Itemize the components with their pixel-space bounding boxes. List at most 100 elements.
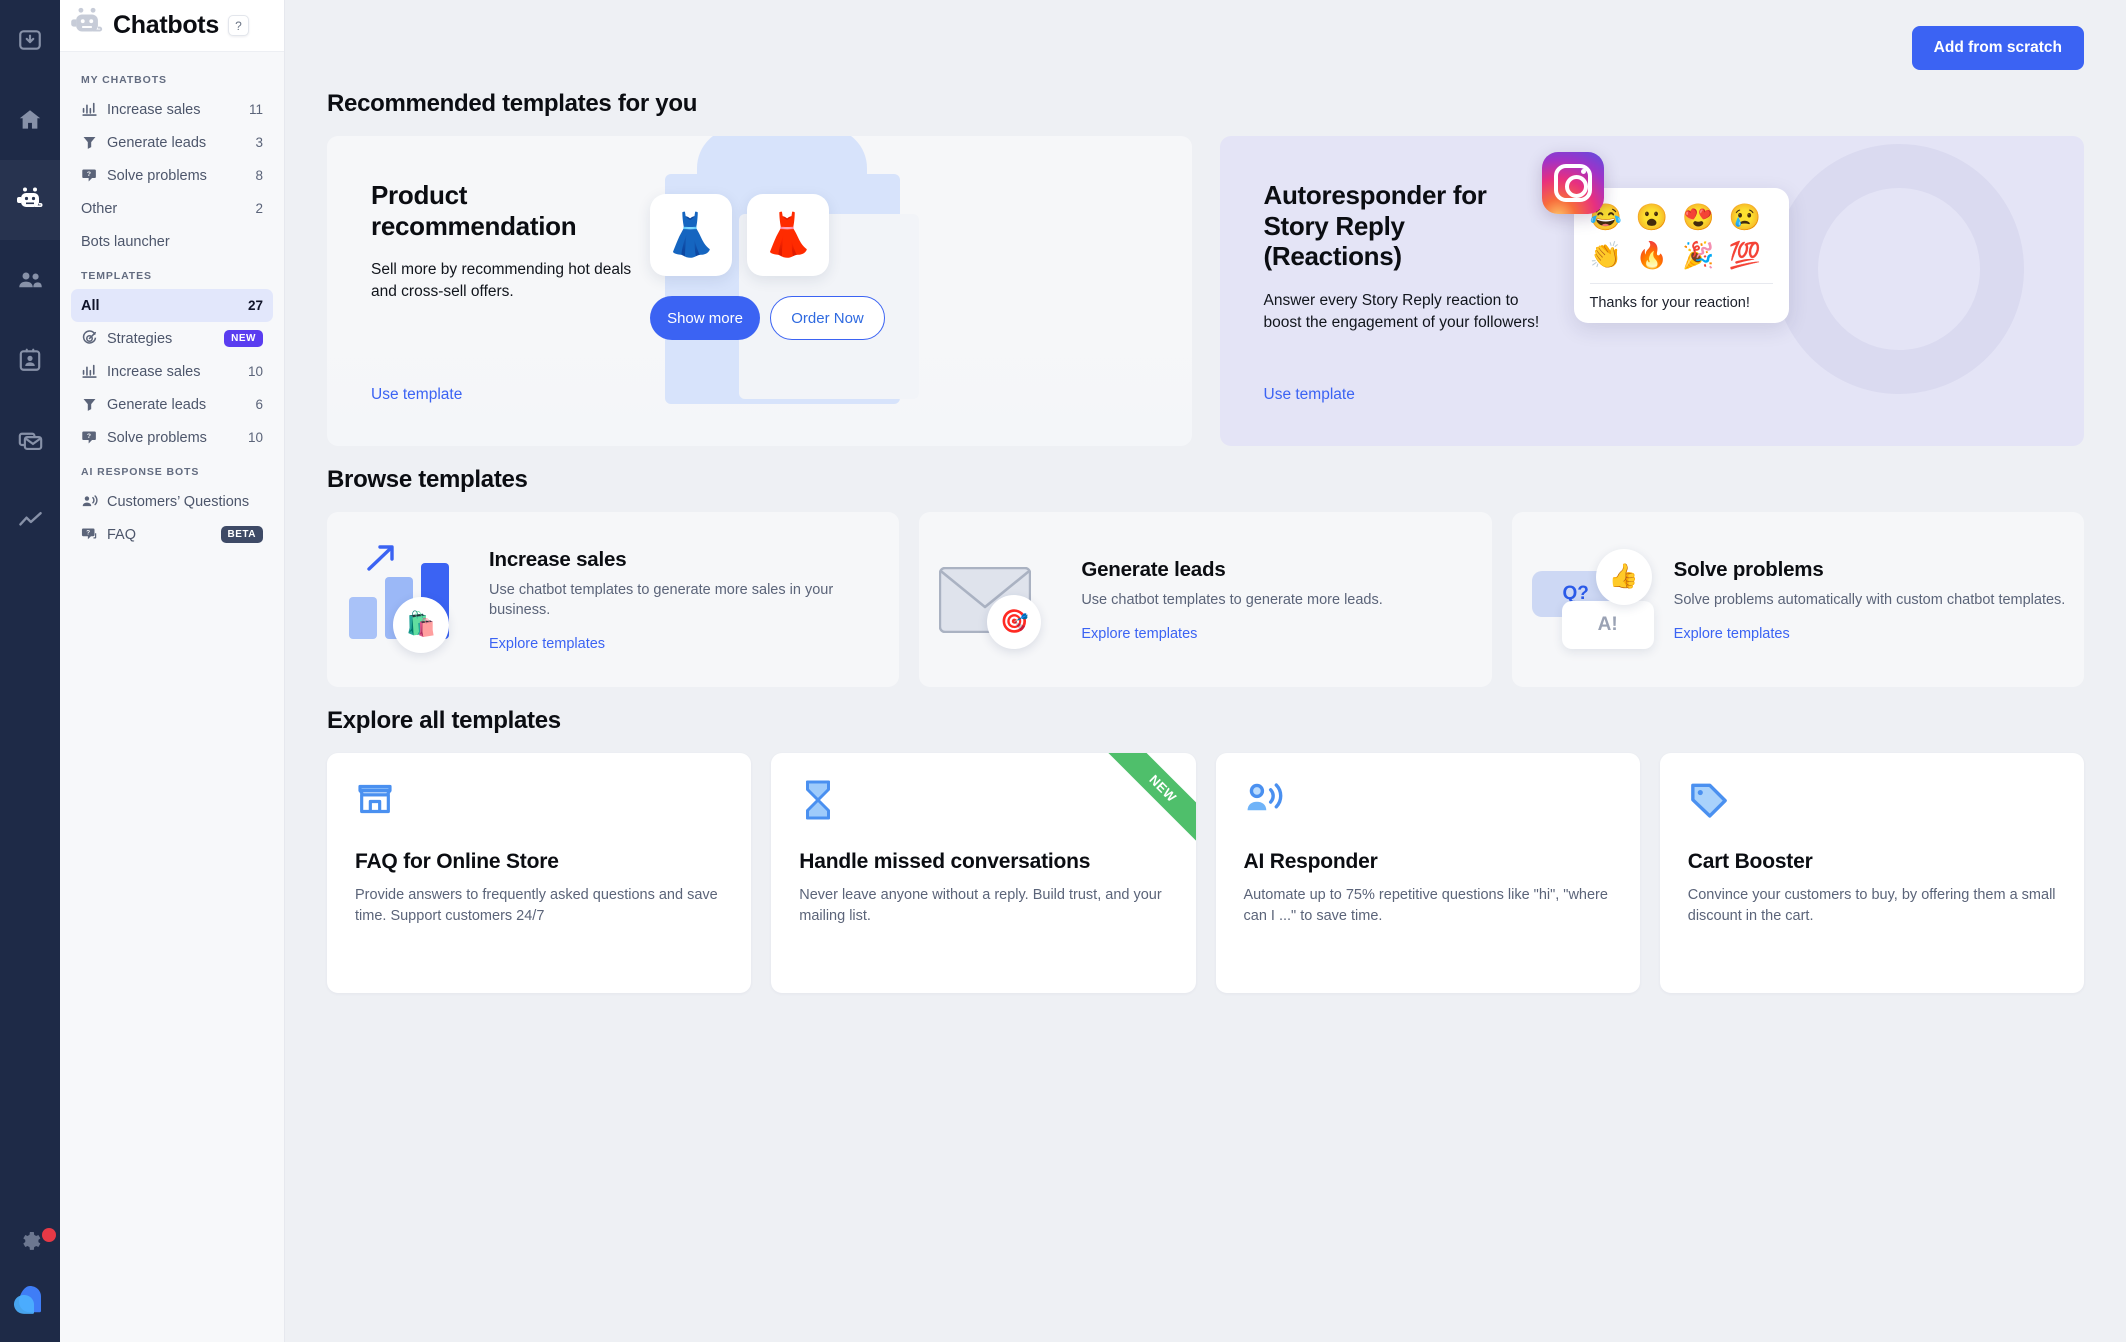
card-description: Convince your customers to buy, by offer… xyxy=(1687,887,2056,924)
sidebar-item-count: 6 xyxy=(255,397,263,412)
brand-logo[interactable] xyxy=(0,1272,60,1334)
settings-button[interactable] xyxy=(0,1214,60,1272)
rail-item-home[interactable] xyxy=(0,80,60,160)
sidebar-item-all[interactable]: All 27 xyxy=(71,289,273,322)
rail-item-chatbots[interactable] xyxy=(0,160,60,240)
sidebar-item-templates-solve-problems[interactable]: ? Solve problems 10 xyxy=(71,421,273,454)
increase-sales-icon xyxy=(81,101,98,118)
sidebar-item-label: All xyxy=(81,297,100,314)
sidebar-heading-templates: TEMPLATES xyxy=(81,270,152,282)
sidebar-item-templates-increase-sales[interactable]: Increase sales 10 xyxy=(71,355,273,388)
reactions-preview-card: 😂 😮 😍 😢 👏 🔥 🎉 💯 Thanks for your reaction… xyxy=(1573,188,1789,323)
card-artwork: 👗 👗 Show more Order Now xyxy=(650,136,1192,446)
sidebar-item-label: Solve problems xyxy=(107,167,207,184)
sidebar-item-increase-sales[interactable]: Increase sales 11 xyxy=(71,93,273,126)
card-text-block: Autoresponder for Story Reply (Reactions… xyxy=(1220,136,1550,446)
card-title: Increase sales xyxy=(489,547,627,571)
sidebar-item-generate-leads[interactable]: Generate leads 3 xyxy=(71,126,273,159)
rail-item-team[interactable] xyxy=(0,240,60,320)
sidebar-header: Chatbots ? xyxy=(60,0,284,52)
main-content: Add from scratch Recommended templates f… xyxy=(285,0,2126,1342)
qa-thumbsup-icon: Q? A! 👍 xyxy=(1520,535,1670,665)
divider xyxy=(1589,283,1773,284)
reaction-message: Thanks for your reaction! xyxy=(1589,295,1750,311)
status-badge-new: NEW xyxy=(224,330,263,347)
card-description: Answer every Story Reply reaction to boo… xyxy=(1263,292,1540,332)
team-icon xyxy=(17,267,44,294)
red-dress-emoji-icon: 👗 xyxy=(761,210,815,258)
card-title: Cart Booster xyxy=(1687,850,1813,873)
storefront-icon xyxy=(355,779,723,825)
svg-text:?: ? xyxy=(86,529,90,536)
faq-bubble-icon: ? xyxy=(81,526,98,543)
use-template-link[interactable]: Use template xyxy=(371,386,657,404)
page-title: Chatbots xyxy=(113,11,219,39)
recommended-heading: Recommended templates for you xyxy=(327,90,698,117)
rail-item-campaigns[interactable] xyxy=(0,400,60,480)
browse-card-solve-problems[interactable]: Q? A! 👍 Solve problems Solve problems au… xyxy=(1511,512,2084,687)
browse-card-body: Generate leads Use chatbot templates to … xyxy=(1081,558,1473,642)
browse-card-increase-sales[interactable]: 🛍️ Increase sales Use chatbot templates … xyxy=(327,512,900,687)
hundred-points-emoji-icon: 💯 xyxy=(1728,240,1761,270)
new-ribbon-label: NEW xyxy=(1099,753,1196,849)
rail-item-archive[interactable] xyxy=(0,0,60,80)
product-tile-red-dress[interactable]: 👗 xyxy=(747,194,829,276)
question-bubble-icon: ? xyxy=(81,429,98,446)
svg-text:?: ? xyxy=(87,433,91,440)
sidebar-item-customers-questions[interactable]: Customers’ Questions xyxy=(71,485,273,518)
person-speaking-icon xyxy=(1244,779,1612,825)
sidebar-item-count: 2 xyxy=(255,201,263,216)
template-card-ai-responder[interactable]: AI Responder Automate up to 75% repetiti… xyxy=(1215,753,1640,993)
blue-dress-emoji-icon: 👗 xyxy=(664,210,718,258)
card-text-block: Product recommendation Sell more by reco… xyxy=(327,136,657,446)
template-card-cart-booster[interactable]: Cart Booster Convince your customers to … xyxy=(1659,753,2084,993)
order-now-button[interactable]: Order Now xyxy=(770,296,885,340)
show-more-button[interactable]: Show more xyxy=(650,296,760,340)
sidebar-item-label: Other xyxy=(81,200,118,217)
sidebar-item-label: Bots launcher xyxy=(81,233,170,250)
chart-line-icon xyxy=(17,507,44,534)
explore-templates-link[interactable]: Explore templates xyxy=(489,636,881,652)
recommended-card-product-recommendation[interactable]: Product recommendation Sell more by reco… xyxy=(327,136,1192,446)
browse-card-body: Increase sales Use chatbot templates to … xyxy=(489,548,881,652)
card-description: Automate up to 75% repetitive questions … xyxy=(1243,887,1608,924)
dart-target-emoji-icon: 🎯 xyxy=(1000,608,1029,634)
sidebar-nav: MY CHATBOTS Increase sales 11 Generate l… xyxy=(60,52,284,551)
product-tile-blue-dress[interactable]: 👗 xyxy=(650,194,732,276)
chatbot-avatar-icon xyxy=(70,6,104,45)
person-speaking-icon xyxy=(81,493,98,510)
card-title: FAQ for Online Store xyxy=(355,850,559,873)
gear-icon xyxy=(18,1229,42,1258)
chart-bar-1 xyxy=(349,596,377,639)
sidebar-item-strategies[interactable]: Strategies NEW xyxy=(71,322,273,355)
sidebar-item-other[interactable]: Other 2 xyxy=(71,192,273,225)
template-card-faq-online-store[interactable]: FAQ for Online Store Provide answers to … xyxy=(327,753,752,993)
sidebar-item-solve-problems[interactable]: ? Solve problems 8 xyxy=(71,159,273,192)
use-template-link[interactable]: Use template xyxy=(1264,386,1550,404)
recommended-card-autoresponder-story-reply[interactable]: Autoresponder for Story Reply (Reactions… xyxy=(1219,136,2084,446)
add-from-scratch-button[interactable]: Add from scratch xyxy=(1911,26,2084,70)
sidebar-item-count: 3 xyxy=(255,135,263,150)
decorative-ring-shape xyxy=(1774,144,2024,394)
rail-item-contacts[interactable] xyxy=(0,320,60,400)
explore-templates-link[interactable]: Explore templates xyxy=(1081,626,1473,642)
sidebar-item-bots-launcher[interactable]: Bots launcher xyxy=(71,225,273,258)
help-button[interactable]: ? xyxy=(227,15,249,36)
sidebar-item-templates-generate-leads[interactable]: Generate leads 6 xyxy=(71,388,273,421)
sidebar-item-faq[interactable]: ? FAQ BETA xyxy=(71,518,273,551)
browse-card-generate-leads[interactable]: 🎯 Generate leads Use chatbot templates t… xyxy=(919,512,1492,687)
emoji-row-2: 👏 🔥 🎉 💯 xyxy=(1590,242,1773,268)
instagram-icon xyxy=(1541,152,1604,214)
livechat-logo-icon xyxy=(10,1282,50,1325)
sidebar-item-label: Strategies xyxy=(107,330,173,347)
card-description: Sell more by recommending hot deals and … xyxy=(371,261,632,301)
card-description: Use chatbot templates to generate more l… xyxy=(1081,591,1383,608)
sidebar-item-label: Generate leads xyxy=(107,396,207,413)
explore-templates-link[interactable]: Explore templates xyxy=(1674,626,2066,642)
main-inner: Add from scratch Recommended templates f… xyxy=(285,0,2126,993)
rail-item-reports[interactable] xyxy=(0,480,60,560)
template-card-handle-missed-conversations[interactable]: NEW Handle missed conversations Never le… xyxy=(771,753,1196,993)
sad-emoji-icon: 😢 xyxy=(1728,202,1761,232)
chatbot-icon xyxy=(16,186,44,214)
sidebar-item-count: 10 xyxy=(247,430,263,445)
